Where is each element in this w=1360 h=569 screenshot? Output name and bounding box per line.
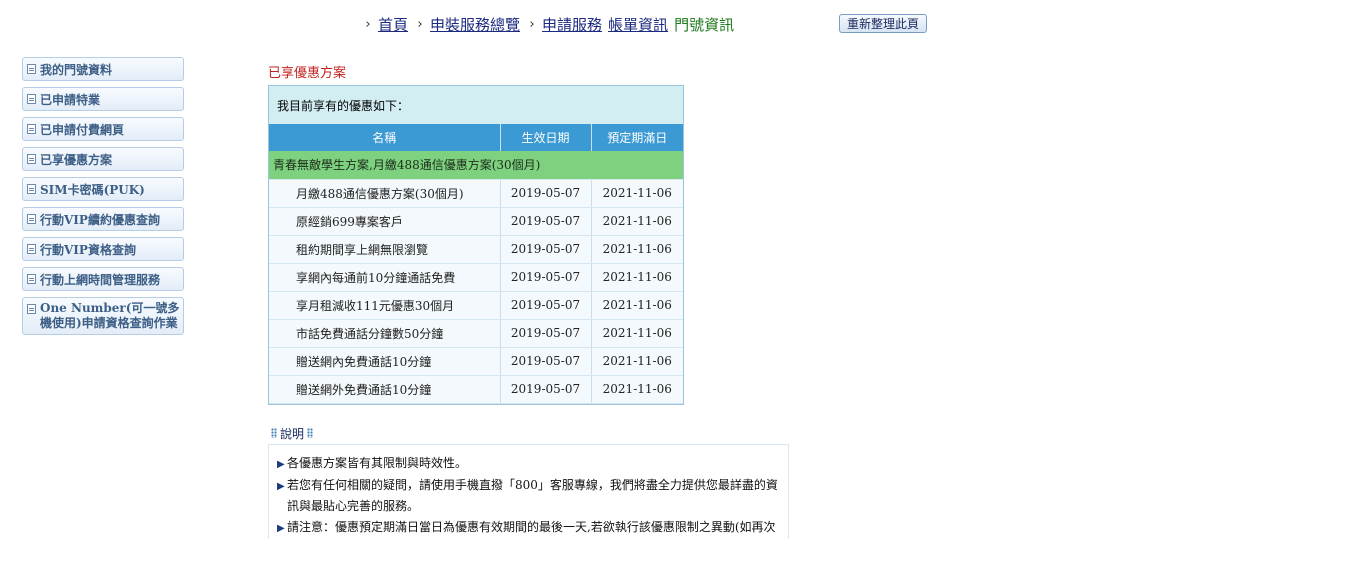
breadcrumb-billing[interactable]: 帳單資訊 bbox=[608, 14, 668, 35]
sidebar-item-label: 我的門號資料 bbox=[40, 62, 113, 77]
note-item: 若您有任何相關的疑問，請使用手機直撥「800」客服專線，我們將盡全力提供您最詳盡… bbox=[277, 475, 778, 517]
offer-name: 享網內每通前10分鐘通話免費 bbox=[269, 263, 501, 292]
table-header-row: 名稱 生效日期 預定期滿日 bbox=[269, 124, 683, 151]
offer-end-date: 2021-11-06 bbox=[591, 235, 683, 264]
sidebar-item-vip-eligibility[interactable]: 行動VIP資格查詢 bbox=[22, 237, 184, 261]
note-text: 各優惠方案皆有其限制與時效性。 bbox=[287, 456, 468, 470]
breadcrumb-link-apply[interactable]: 申請服務 bbox=[542, 14, 602, 35]
bullet-arrow-icon bbox=[277, 454, 287, 475]
offer-name: 租約期間享上網無限瀏覽 bbox=[269, 235, 501, 264]
breadcrumb-link-billing[interactable]: 帳單資訊 bbox=[608, 14, 668, 35]
notes-title: 說明 bbox=[280, 426, 305, 441]
offer-end-date: 2021-11-06 bbox=[591, 375, 683, 404]
breadcrumb-home[interactable]: › 首頁 bbox=[362, 14, 408, 35]
refresh-button[interactable]: 重新整理此頁 bbox=[839, 14, 927, 33]
offer-start-date: 2019-05-07 bbox=[500, 235, 592, 264]
sidebar-item-label: 行動上網時間管理服務 bbox=[40, 272, 161, 287]
table-row: 月繳488通信優惠方案(30個月) 2019-05-07 2021-11-06 bbox=[269, 179, 683, 208]
chevron-right-icon: › bbox=[417, 16, 423, 32]
document-icon bbox=[27, 214, 36, 224]
offer-start-date: 2019-05-07 bbox=[500, 319, 592, 348]
breadcrumb-overview[interactable]: › 申裝服務總覽 bbox=[414, 14, 520, 35]
offer-name: 享月租減收111元優惠30個月 bbox=[269, 291, 501, 320]
note-text: 請注意：優惠預定期滿日當日為優惠有效期間的最後一天,若欲執行該優惠限制之異動(如… bbox=[287, 520, 776, 534]
document-icon bbox=[27, 64, 36, 74]
dots-icon bbox=[271, 428, 277, 438]
sidebar-item-label: 行動VIP續約優惠查詢 bbox=[40, 212, 160, 227]
bullet-arrow-icon bbox=[277, 518, 287, 539]
offer-start-date: 2019-05-07 bbox=[500, 263, 592, 292]
column-header-start-date: 生效日期 bbox=[500, 124, 592, 151]
table-row: 贈送網外免費通話10分鐘 2019-05-07 2021-11-06 bbox=[269, 375, 683, 404]
document-icon bbox=[27, 154, 36, 164]
breadcrumb-current: 門號資訊 bbox=[674, 15, 735, 34]
offer-start-date: 2019-05-07 bbox=[500, 347, 592, 376]
offer-end-date: 2021-11-06 bbox=[591, 263, 683, 292]
offer-start-date: 2019-05-07 bbox=[500, 375, 592, 404]
chevron-right-icon: › bbox=[529, 16, 535, 32]
offers-panel: 我目前享有的優惠如下： 名稱 生效日期 預定期滿日 青春無敵學生方案,月繳488… bbox=[268, 85, 684, 405]
offer-start-date: 2019-05-07 bbox=[500, 291, 592, 320]
sidebar-item-special-services[interactable]: 已申請特業 bbox=[22, 87, 184, 111]
document-icon bbox=[27, 244, 36, 254]
offer-end-date: 2021-11-06 bbox=[591, 207, 683, 236]
offers-intro: 我目前享有的優惠如下： bbox=[269, 86, 683, 124]
sidebar-item-label: 已申請特業 bbox=[40, 92, 101, 107]
sidebar-item-label: 行動VIP資格查詢 bbox=[40, 242, 136, 257]
column-header-name: 名稱 bbox=[269, 124, 501, 151]
offer-name: 市話免費通話分鐘數50分鐘 bbox=[269, 319, 501, 348]
sidebar-item-label: 已享優惠方案 bbox=[40, 152, 113, 167]
table-row: 享月租減收111元優惠30個月 2019-05-07 2021-11-06 bbox=[269, 291, 683, 320]
sidebar-item-offers[interactable]: 已享優惠方案 bbox=[22, 147, 184, 171]
sidebar-item-label: One Number(可一號多機使用)申請資格查詢作業 bbox=[40, 301, 180, 330]
offer-end-date: 2021-11-06 bbox=[591, 347, 683, 376]
offer-start-date: 2019-05-07 bbox=[500, 179, 592, 208]
chevron-right-icon: › bbox=[365, 16, 371, 32]
breadcrumb-apply[interactable]: › 申請服務 bbox=[526, 14, 602, 35]
breadcrumb: › 首頁 › 申裝服務總覽 › 申請服務 帳單資訊 門號資訊 bbox=[362, 12, 740, 36]
breadcrumb-link-overview[interactable]: 申裝服務總覽 bbox=[430, 14, 520, 35]
page-title: 已享優惠方案 bbox=[268, 66, 347, 81]
document-icon bbox=[27, 274, 36, 284]
bullet-arrow-icon bbox=[277, 476, 287, 517]
plan-name: 青春無敵學生方案,月繳488通信優惠方案(30個月) bbox=[269, 151, 683, 180]
table-row: 贈送網內免費通話10分鐘 2019-05-07 2021-11-06 bbox=[269, 347, 683, 376]
note-item: 各優惠方案皆有其限制與時效性。 bbox=[277, 453, 778, 475]
offer-end-date: 2021-11-06 bbox=[591, 319, 683, 348]
column-header-end-date: 預定期滿日 bbox=[591, 124, 683, 151]
offer-name: 贈送網外免費通話10分鐘 bbox=[269, 375, 501, 404]
document-icon bbox=[27, 304, 36, 314]
sidebar-item-vip-renewal[interactable]: 行動VIP續約優惠查詢 bbox=[22, 207, 184, 231]
sidebar-item-my-number[interactable]: 我的門號資料 bbox=[22, 57, 184, 81]
offer-end-date: 2021-11-06 bbox=[591, 179, 683, 208]
sidebar-item-sim-puk[interactable]: SIM卡密碼(PUK) bbox=[22, 177, 184, 201]
table-row: 市話免費通話分鐘數50分鐘 2019-05-07 2021-11-06 bbox=[269, 319, 683, 348]
note-item: 請注意：優惠預定期滿日當日為優惠有效期間的最後一天,若欲執行該優惠限制之異動(如… bbox=[277, 517, 778, 539]
offers-table: 名稱 生效日期 預定期滿日 青春無敵學生方案,月繳488通信優惠方案(30個月)… bbox=[269, 124, 683, 404]
notes-box: 各優惠方案皆有其限制與時效性。 若您有任何相關的疑問，請使用手機直撥「800」客… bbox=[268, 444, 789, 539]
notes-heading: 說明 bbox=[268, 425, 316, 441]
offer-name: 原經銷699專案客戶 bbox=[269, 207, 501, 236]
offer-name: 月繳488通信優惠方案(30個月) bbox=[269, 179, 501, 208]
sidebar-item-label: 已申請付費網頁 bbox=[40, 122, 125, 137]
table-row: 享網內每通前10分鐘通話免費 2019-05-07 2021-11-06 bbox=[269, 263, 683, 292]
document-icon bbox=[27, 94, 36, 104]
plan-row: 青春無敵學生方案,月繳488通信優惠方案(30個月) bbox=[269, 151, 683, 180]
note-text: 若您有任何相關的疑問，請使用手機直撥「800」客服專線，我們將盡全力提供您最詳盡… bbox=[287, 478, 778, 513]
offer-start-date: 2019-05-07 bbox=[500, 207, 592, 236]
sidebar-item-one-number[interactable]: One Number(可一號多機使用)申請資格查詢作業 bbox=[22, 297, 184, 335]
sidebar-item-paid-pages[interactable]: 已申請付費網頁 bbox=[22, 117, 184, 141]
sidebar: 我的門號資料 已申請特業 已申請付費網頁 已享優惠方案 SIM卡密碼(PUK) … bbox=[22, 57, 184, 341]
table-row: 原經銷699專案客戶 2019-05-07 2021-11-06 bbox=[269, 207, 683, 236]
sidebar-item-data-time-mgmt[interactable]: 行動上網時間管理服務 bbox=[22, 267, 184, 291]
document-icon bbox=[27, 184, 36, 194]
sidebar-item-label: SIM卡密碼(PUK) bbox=[40, 182, 145, 197]
dots-icon bbox=[307, 428, 314, 438]
offer-name: 贈送網內免費通話10分鐘 bbox=[269, 347, 501, 376]
document-icon bbox=[27, 124, 36, 134]
breadcrumb-link-home[interactable]: 首頁 bbox=[378, 14, 408, 35]
table-row: 租約期間享上網無限瀏覽 2019-05-07 2021-11-06 bbox=[269, 235, 683, 264]
breadcrumb-number-info: 門號資訊 bbox=[674, 14, 734, 35]
offer-end-date: 2021-11-06 bbox=[591, 291, 683, 320]
